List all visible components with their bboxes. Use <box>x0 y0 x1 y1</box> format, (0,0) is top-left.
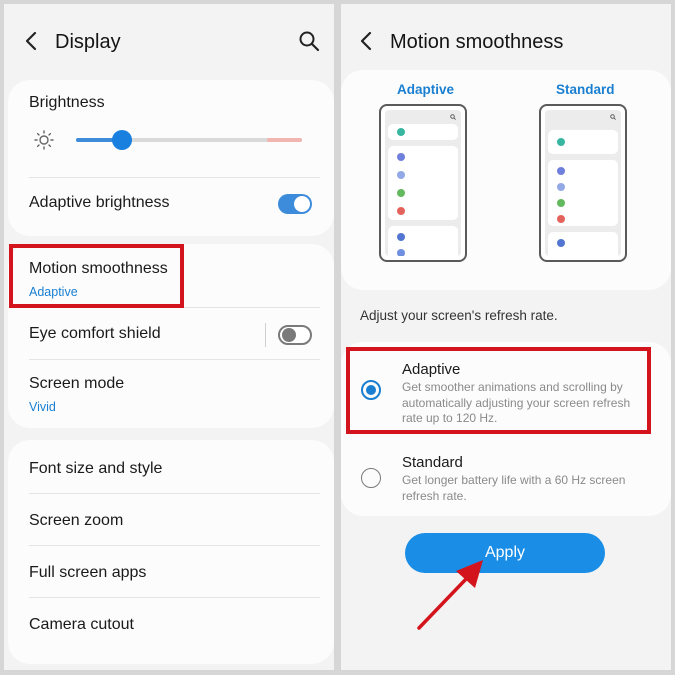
divider <box>29 597 320 598</box>
camera-cutout-row[interactable]: Camera cutout <box>29 616 312 638</box>
highlight-box <box>9 244 184 308</box>
search-icon[interactable] <box>298 30 320 52</box>
standard-radio[interactable] <box>361 468 381 488</box>
divider <box>29 359 320 360</box>
adaptive-brightness-row[interactable]: Adaptive brightness <box>29 194 312 216</box>
font-size-row[interactable]: Font size and style <box>29 460 312 482</box>
toggle-divider <box>265 323 266 347</box>
search-icon <box>610 114 616 120</box>
font-size-label: Font size and style <box>29 460 163 477</box>
refresh-rate-caption: Adjust your screen's refresh rate. <box>360 308 558 323</box>
display-settings-screen: Display Brightness Adaptive brightness M… <box>4 4 334 670</box>
option-standard[interactable]: Standard Get longer battery life with a … <box>341 442 671 512</box>
phone-preview-adaptive <box>379 104 467 262</box>
page-title: Display <box>55 31 121 53</box>
phone-preview-standard <box>539 104 627 262</box>
highlight-box <box>346 347 651 434</box>
sun-icon <box>34 130 54 150</box>
screen-zoom-label: Screen zoom <box>29 512 124 529</box>
divider <box>29 493 320 494</box>
divider <box>29 545 320 546</box>
screen-mode-row[interactable]: Screen mode Vivid <box>29 375 312 415</box>
eye-comfort-row[interactable]: Eye comfort shield <box>29 323 312 347</box>
adaptive-brightness-label: Adaptive brightness <box>29 194 170 211</box>
full-screen-apps-label: Full screen apps <box>29 564 147 581</box>
chevron-left-icon[interactable] <box>22 30 42 52</box>
eye-comfort-label: Eye comfort shield <box>29 325 161 342</box>
slider-limit-zone <box>267 138 302 142</box>
page-title: Motion smoothness <box>390 31 564 53</box>
screen-mode-label: Screen mode <box>29 375 125 392</box>
more-settings-card: Font size and style Screen zoom Full scr… <box>8 440 334 664</box>
option-standard-desc: Get longer battery life with a 60 Hz scr… <box>402 473 626 503</box>
divider <box>29 177 320 178</box>
eye-comfort-toggle[interactable] <box>278 325 312 345</box>
adaptive-brightness-toggle[interactable] <box>278 194 312 214</box>
preview-standard-label: Standard <box>556 82 615 97</box>
brightness-card: Brightness Adaptive brightness <box>8 80 334 236</box>
slider-thumb[interactable] <box>112 130 132 150</box>
search-icon <box>450 114 456 120</box>
screen-zoom-row[interactable]: Screen zoom <box>29 512 312 534</box>
full-screen-apps-row[interactable]: Full screen apps <box>29 564 312 586</box>
motion-smoothness-screen: Motion smoothness Adaptive Standard Adju… <box>341 4 671 670</box>
header: Display <box>4 4 334 74</box>
arrow-icon <box>417 560 483 630</box>
screen-mode-value: Vivid <box>29 400 56 414</box>
brightness-slider[interactable] <box>76 130 302 150</box>
brightness-label: Brightness <box>29 94 105 111</box>
header: Motion smoothness <box>341 4 671 74</box>
preview-card: Adaptive Standard <box>341 70 671 290</box>
camera-cutout-label: Camera cutout <box>29 616 134 633</box>
option-standard-title: Standard <box>402 454 463 471</box>
preview-adaptive-label: Adaptive <box>397 82 455 97</box>
chevron-left-icon[interactable] <box>357 30 377 52</box>
